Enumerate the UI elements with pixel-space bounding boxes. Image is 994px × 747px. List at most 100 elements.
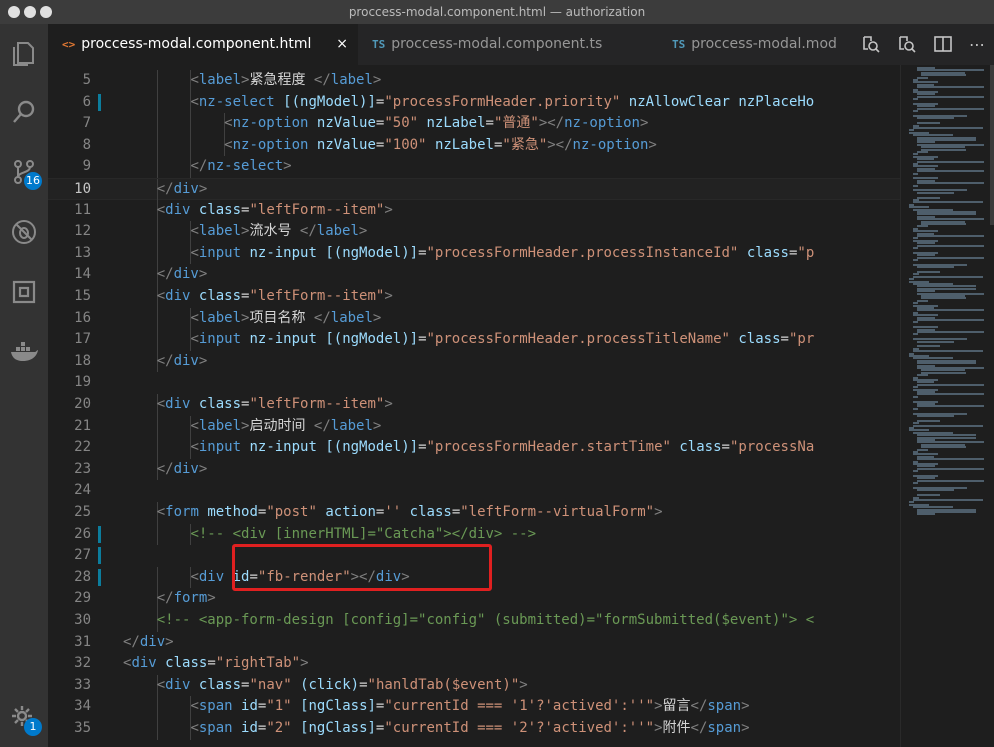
split-editor-icon[interactable] <box>932 34 954 56</box>
indent-guide <box>156 221 158 243</box>
minimap-line <box>917 415 954 417</box>
code-line[interactable]: 27 <box>48 545 900 567</box>
code-line[interactable]: 9 </nz-select> <box>48 156 900 178</box>
debug-icon[interactable] <box>0 208 48 256</box>
code-token: label <box>198 417 242 434</box>
indent-guide <box>156 91 158 114</box>
indent-guide <box>156 329 158 351</box>
tab-proccess-modal-ts[interactable]: TS proccess-modal.component.ts <box>358 24 658 65</box>
minimap-line <box>917 182 984 185</box>
code-token: 流水号 <box>249 223 300 240</box>
indent-guide <box>156 718 158 740</box>
close-window-button[interactable] <box>8 6 20 18</box>
code-line[interactable]: 5 <label>紧急程度 </label> <box>48 70 900 92</box>
code-token: span <box>707 698 742 715</box>
indent-guide <box>190 113 192 135</box>
minimap-line <box>917 266 954 269</box>
zoom-window-button[interactable] <box>40 6 52 18</box>
code-token: "nav" <box>249 676 292 693</box>
open-changes-icon[interactable] <box>860 34 882 56</box>
line-number: 8 <box>82 136 91 153</box>
line-number: 26 <box>74 525 91 542</box>
minimap[interactable] <box>900 65 994 747</box>
line-number: 23 <box>74 460 91 477</box>
code-line[interactable]: 30 <!-- <app-form-design [config]="config… <box>48 610 900 632</box>
extensions-icon[interactable] <box>0 268 48 316</box>
code-token: "2" <box>266 720 292 736</box>
tab-proccess-modal-html[interactable]: <> proccess-modal.component.html × <box>48 24 358 65</box>
code-text: <div class="leftForm--item"> <box>157 200 393 222</box>
minimap-line <box>917 235 984 237</box>
line-number: 33 <box>74 676 91 693</box>
code-line[interactable]: 32 <div class="rightTab"> <box>48 653 900 675</box>
code-line[interactable]: 25 <form method="post" action='' class="l… <box>48 502 900 524</box>
code-token: span <box>198 698 233 715</box>
code-line[interactable]: 24 <box>48 480 900 502</box>
code-line[interactable]: 21 <label>启动时间 </label> <box>48 415 900 438</box>
code-token: nz-select <box>207 158 284 175</box>
code-line[interactable]: 29 </form> <box>48 588 900 610</box>
settings-gear-icon[interactable]: 1 <box>0 694 48 742</box>
code-line[interactable]: 22 <input nz-input [(ngModel)]="processFo… <box>48 437 900 459</box>
code-line[interactable]: 26 <!-- <div [innerHTML]="Catcha"></div> … <box>48 523 900 546</box>
explorer-icon[interactable] <box>0 28 48 76</box>
code-token: </ <box>156 266 174 283</box>
code-editor[interactable]: 5 <label>紧急程度 </label> 6 <nz-select [(ngMod… <box>48 65 900 747</box>
code-token: input <box>198 439 242 456</box>
find-references-icon[interactable] <box>896 34 918 56</box>
code-token: id <box>232 568 250 585</box>
minimap-line <box>917 256 984 259</box>
indent-guide <box>156 437 158 459</box>
code-line[interactable]: 35 <span id="2" [ngClass]="currentId === … <box>48 718 900 740</box>
tab-proccess-modal-module[interactable]: TS proccess-modal.mod <box>658 24 854 65</box>
code-token: < <box>156 201 166 218</box>
minimize-window-button[interactable] <box>24 6 36 18</box>
code-token: > <box>384 201 393 218</box>
code-line[interactable]: 10 </div> <box>48 178 900 201</box>
vertical-scrollbar[interactable] <box>990 65 994 225</box>
editor-actions: ⋯ <box>854 24 994 65</box>
line-number: 16 <box>74 309 91 326</box>
code-line[interactable]: 34 <span id="1" [ngClass]="currentId === … <box>48 696 900 718</box>
code-line[interactable]: 7 <nz-option nzValue="50" nzLabel="普通"></… <box>48 113 900 135</box>
source-control-icon[interactable]: 16 <box>0 148 48 196</box>
code-token: class <box>198 676 242 693</box>
close-tab-button[interactable]: × <box>336 24 348 65</box>
code-line[interactable]: 16 <label>项目名称 </label> <box>48 307 900 330</box>
code-token: </ <box>690 720 708 736</box>
more-actions-icon[interactable]: ⋯ <box>966 34 988 56</box>
code-text: <div class="leftForm--item"> <box>157 286 393 308</box>
code-line[interactable]: 11 <div class="leftForm--item"> <box>48 199 900 222</box>
minimap-line <box>917 117 954 120</box>
code-line[interactable]: 19 <box>48 372 900 394</box>
search-icon[interactable] <box>0 88 48 136</box>
code-token: "processFormHeader.processInstanceId" <box>426 244 739 261</box>
code-line[interactable]: 20 <div class="leftForm--item"> <box>48 394 900 416</box>
minimap-line <box>917 196 941 199</box>
code-line[interactable]: 18 </div> <box>48 350 900 373</box>
code-line[interactable]: 8 <nz-option nzValue="100" nzLabel="紧急"><… <box>48 134 900 157</box>
code-text: <!-- <app-form-design [config]="config" … <box>157 610 814 632</box>
minimap-line <box>917 448 928 451</box>
code-line[interactable]: 15 <div class="leftForm--item"> <box>48 286 900 308</box>
code-line[interactable]: 17 <input nz-input [(ngModel)]="processFo… <box>48 329 900 351</box>
minimap-line <box>917 86 984 89</box>
code-line[interactable]: 31 </div> <box>48 632 900 654</box>
code-line[interactable]: 14 </div> <box>48 264 900 286</box>
tab-label: proccess-modal.mod <box>691 36 837 52</box>
code-line[interactable]: 33 <div class="nav" (click)="hanldTab($ev… <box>48 674 900 697</box>
code-line[interactable]: 28 <div id="fb-render"></div> <box>48 566 900 589</box>
code-token: label <box>316 223 359 240</box>
code-line[interactable]: 13 <input nz-input [(ngModel)]="processFo… <box>48 242 900 265</box>
code-line[interactable]: 12 <label>流水号 </label> <box>48 221 900 243</box>
docker-icon[interactable] <box>0 328 48 376</box>
code-token: (click) <box>300 676 360 693</box>
code-token: < <box>224 115 233 132</box>
code-token: 附件 <box>662 720 691 736</box>
code-line[interactable]: 23 </div> <box>48 458 900 481</box>
code-token: "50" <box>384 115 419 132</box>
code-token: label <box>330 72 373 88</box>
code-line[interactable]: 6 <nz-select [(ngModel)]="processFormHead… <box>48 91 900 114</box>
minimap-line <box>913 499 984 501</box>
